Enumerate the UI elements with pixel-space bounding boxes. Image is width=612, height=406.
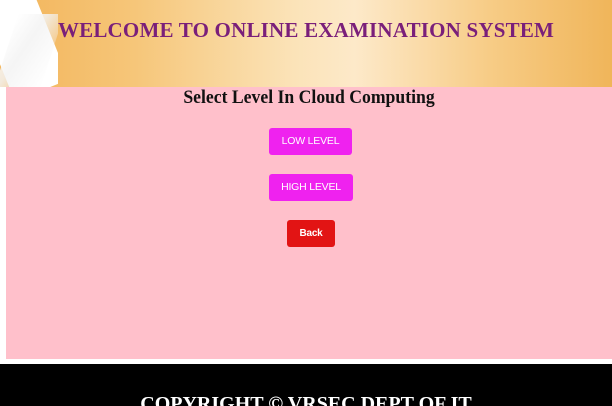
- copyright-text: COPYRIGHT © VRSEC DEPT OF IT: [140, 393, 472, 406]
- back-button[interactable]: Back: [287, 220, 335, 247]
- main-content: Select Level In Cloud Computing LOW LEVE…: [6, 87, 612, 359]
- page-title: Select Level In Cloud Computing: [183, 87, 435, 108]
- page: WELCOME TO ONLINE EXAMINATION SYSTEM Sel…: [0, 0, 612, 406]
- low-level-button[interactable]: LOW LEVEL: [269, 128, 352, 155]
- high-level-button[interactable]: HIGH LEVEL: [269, 174, 353, 201]
- footer: COPYRIGHT © VRSEC DEPT OF IT: [0, 364, 612, 406]
- page-curl-decoration: [0, 0, 58, 87]
- header-banner: WELCOME TO ONLINE EXAMINATION SYSTEM: [0, 0, 612, 87]
- site-title: WELCOME TO ONLINE EXAMINATION SYSTEM: [57, 18, 555, 42]
